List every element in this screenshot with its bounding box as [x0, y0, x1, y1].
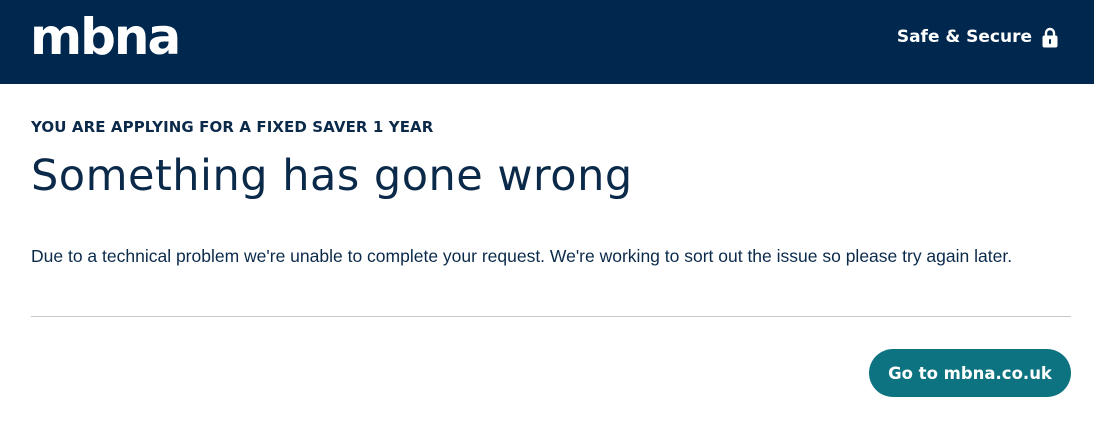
safe-secure-label: Safe & Secure [896, 27, 1032, 47]
divider [31, 316, 1071, 317]
safe-secure-indicator: Safe & Secure [897, 25, 1058, 49]
page-title: Something has gone wrong [31, 151, 633, 201]
lock-icon [1042, 27, 1058, 47]
go-to-mbna-button[interactable]: Go to mbna.co.uk [869, 349, 1071, 397]
application-eyebrow: YOU ARE APPLYING FOR A FIXED SAVER 1 YEA… [31, 118, 434, 136]
site-header: mbna Safe & Secure [0, 0, 1094, 84]
error-message: Due to a technical problem we're unable … [31, 246, 1013, 266]
mbna-logo[interactable]: mbna [30, 12, 181, 62]
